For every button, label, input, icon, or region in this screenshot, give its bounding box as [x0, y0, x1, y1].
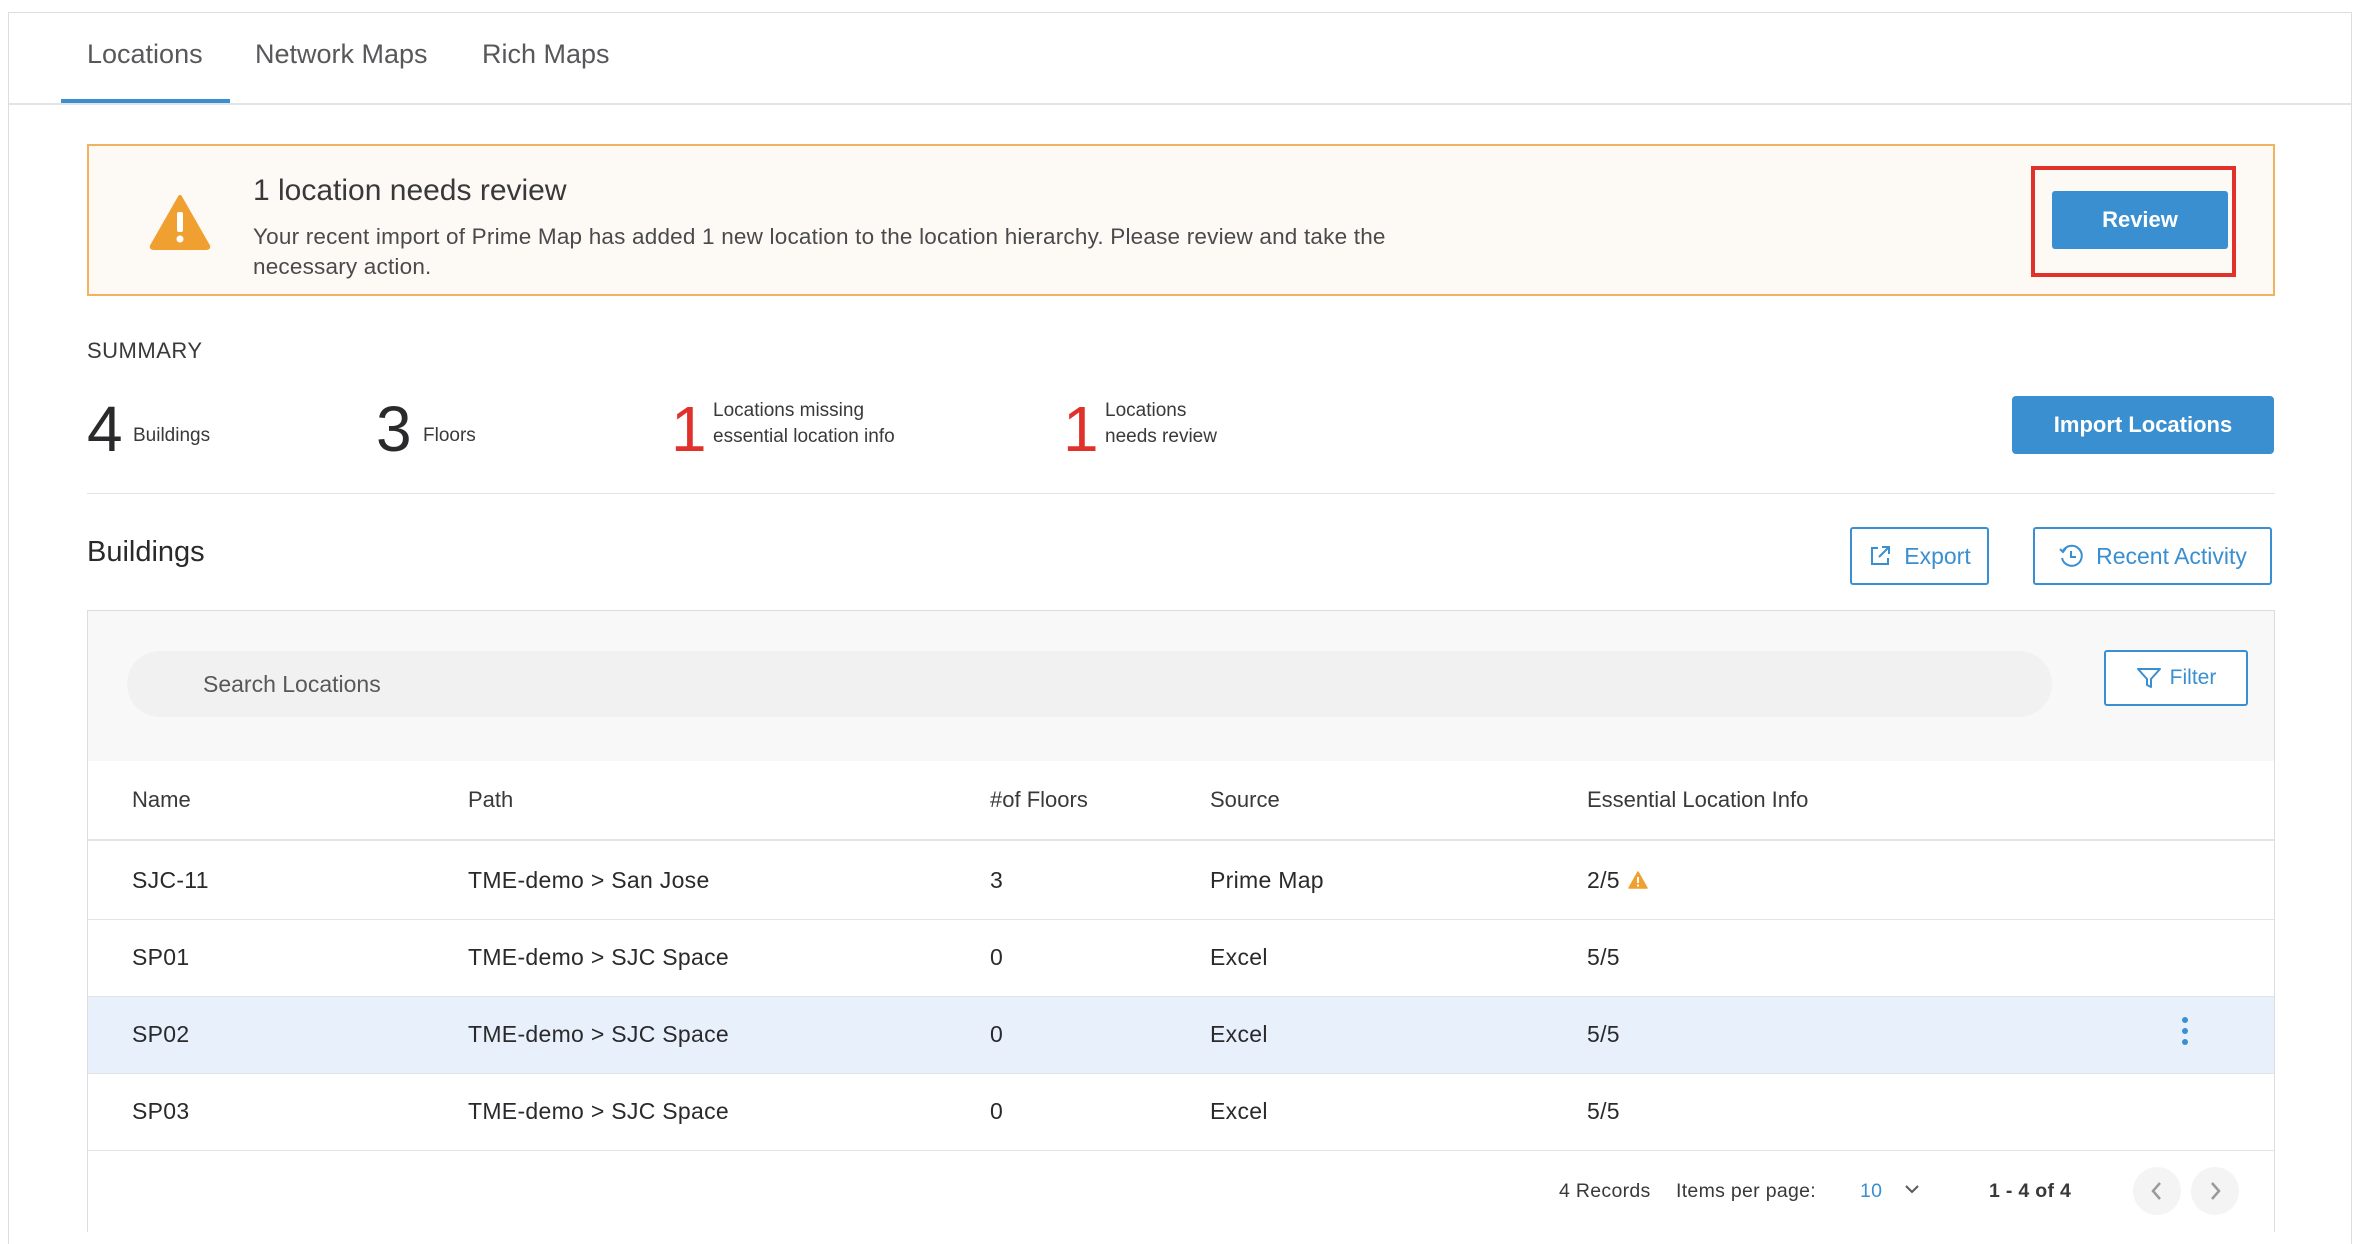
import-locations-button[interactable]: Import Locations — [2012, 396, 2274, 454]
tab-bar: Locations Network Maps Rich Maps — [9, 13, 2351, 105]
column-header-source[interactable]: Source — [1210, 787, 1280, 813]
tab-rich-maps[interactable]: Rich Maps — [482, 39, 610, 70]
cell-path: TME-demo > SJC Space — [468, 1098, 730, 1124]
cell-name: SJC-11 — [132, 867, 209, 893]
cell-floors: 0 — [990, 1098, 1004, 1124]
active-tab-indicator — [61, 99, 230, 103]
cell-floors: 0 — [990, 944, 1004, 970]
table-row[interactable]: SJC-11 TME-demo > San Jose 3 Prime Map 2… — [88, 843, 2274, 920]
chevron-right-icon — [2211, 1182, 2221, 1200]
floors-label: Floors — [423, 425, 476, 446]
recent-activity-button[interactable]: Recent Activity — [2033, 527, 2272, 585]
column-header-essential-info[interactable]: Essential Location Info — [1587, 787, 1808, 813]
cell-source: Prime Map — [1210, 867, 1324, 893]
cell-name: SP01 — [132, 944, 190, 970]
buildings-label: Buildings — [133, 425, 211, 446]
export-button[interactable]: Export — [1850, 527, 1989, 585]
cell-source: Excel — [1210, 1098, 1268, 1124]
cell-path: TME-demo > San Jose — [468, 867, 710, 893]
records-count: 4 Records — [1559, 1180, 1651, 1202]
filter-label: Filter — [2169, 666, 2217, 689]
history-icon — [2059, 544, 2083, 567]
cell-path: TME-demo > SJC Space — [468, 944, 730, 970]
table-toolbar: Search Locations Filter — [88, 611, 2274, 761]
recent-activity-label: Recent Activity — [2096, 542, 2247, 569]
review-alert-banner: 1 location needs review Your recent impo… — [87, 144, 2275, 296]
buildings-title: Buildings — [87, 536, 205, 568]
items-per-page-select[interactable]: 10 — [1860, 1180, 1882, 1203]
floors-count: 3 — [376, 393, 412, 465]
table-row-selected[interactable]: SP02 TME-demo > SJC Space 0 Excel 5/5 — [88, 997, 2274, 1074]
cell-path: TME-demo > SJC Space — [468, 1021, 730, 1047]
needs-review-label: Locations needs review — [1105, 398, 1217, 450]
needs-review-line1: Locations — [1105, 400, 1187, 421]
table-header: Name Path #of Floors Source Essential Lo… — [88, 761, 2274, 841]
missing-info-line2: essential location info — [713, 426, 895, 447]
cell-essential-info: 5/5 — [1587, 944, 1620, 970]
chevron-left-icon — [2151, 1182, 2161, 1200]
items-per-page-label: Items per page: — [1676, 1180, 1816, 1202]
column-header-name[interactable]: Name — [132, 787, 191, 813]
filter-icon — [2136, 668, 2161, 688]
filter-button[interactable]: Filter — [2104, 650, 2248, 706]
tab-network-maps[interactable]: Network Maps — [255, 39, 428, 70]
export-label: Export — [1904, 542, 1971, 569]
tab-locations[interactable]: Locations — [87, 39, 203, 70]
next-page-button[interactable] — [2191, 1167, 2239, 1215]
page-range: 1 - 4 of 4 — [1989, 1180, 2072, 1202]
warning-icon — [149, 195, 211, 250]
cell-essential-info: 2/5 — [1587, 867, 1648, 894]
column-header-floors[interactable]: #of Floors — [990, 787, 1088, 813]
previous-page-button[interactable] — [2133, 1167, 2181, 1215]
search-input[interactable]: Search Locations — [127, 651, 2052, 717]
column-header-path[interactable]: Path — [468, 787, 513, 813]
pagination-bar: 4 Records Items per page: 10 1 - 4 of 4 — [88, 1152, 2274, 1232]
chevron-down-icon[interactable] — [1903, 1182, 1921, 1196]
section-divider — [87, 493, 2275, 494]
cell-name: SP03 — [132, 1098, 190, 1124]
missing-info-label: Locations missing essential location inf… — [713, 398, 895, 450]
alert-title: 1 location needs review — [253, 174, 567, 207]
row-actions-icon[interactable] — [2180, 1017, 2190, 1053]
missing-info-count: 1 — [671, 393, 707, 465]
cell-essential-info: 5/5 — [1587, 1098, 1620, 1124]
locations-page: Locations Network Maps Rich Maps 1 locat… — [8, 12, 2352, 1244]
warning-icon — [1628, 871, 1648, 889]
essential-info-value: 2/5 — [1587, 867, 1620, 893]
needs-review-count: 1 — [1063, 393, 1099, 465]
cell-source: Excel — [1210, 944, 1268, 970]
cell-essential-info: 5/5 — [1587, 1021, 1620, 1047]
alert-message: Your recent import of Prime Map has adde… — [253, 224, 1386, 279]
summary-label: SUMMARY — [87, 338, 203, 363]
cell-floors: 0 — [990, 1021, 1004, 1047]
missing-info-line1: Locations missing — [713, 400, 865, 421]
cell-floors: 3 — [990, 867, 1004, 893]
needs-review-line2: needs review — [1105, 426, 1217, 447]
cell-name: SP02 — [132, 1021, 190, 1047]
cell-source: Excel — [1210, 1021, 1268, 1047]
table-row[interactable]: SP03 TME-demo > SJC Space 0 Excel 5/5 — [88, 1074, 2274, 1151]
buildings-table-panel: Search Locations Filter Name Path #of Fl… — [87, 610, 2275, 1232]
buildings-count: 4 — [87, 393, 123, 465]
review-button[interactable]: Review — [2052, 191, 2228, 249]
export-icon — [1871, 546, 1891, 565]
table-row[interactable]: SP01 TME-demo > SJC Space 0 Excel 5/5 — [88, 920, 2274, 997]
